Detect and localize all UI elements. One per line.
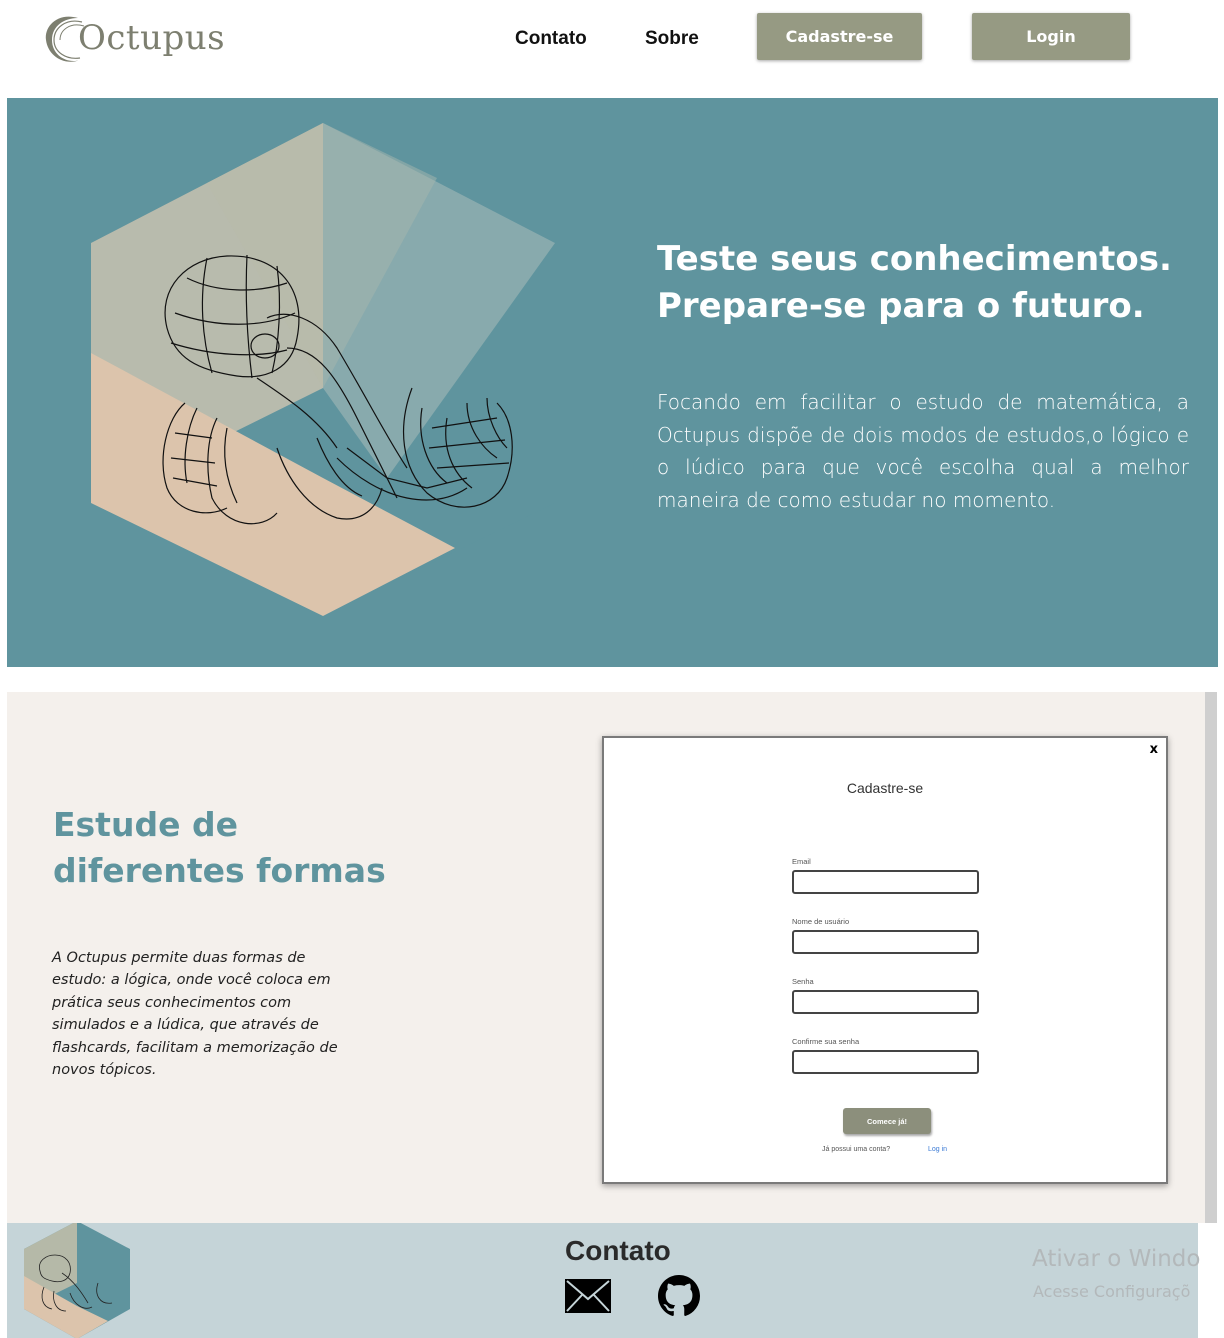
email-label: Email bbox=[792, 857, 811, 866]
footer-octopus-logo bbox=[24, 1223, 130, 1338]
hero-title-line2: Prepare-se para o futuro. bbox=[657, 286, 1145, 326]
signup-modal: x Cadastre-se Email Nome de usuário Senh… bbox=[602, 736, 1168, 1184]
activation-watermark-title: Ativar o Windo bbox=[1032, 1246, 1201, 1272]
hero-section: Teste seus conhecimentos. Prepare-se par… bbox=[7, 98, 1218, 667]
confirm-password-label: Confirme sua senha bbox=[792, 1037, 860, 1046]
nav-link-sobre[interactable]: Sobre bbox=[645, 28, 699, 50]
top-navbar: Octupus Contato Sobre Cadastre-se Login bbox=[0, 0, 1224, 98]
github-icon[interactable] bbox=[658, 1274, 700, 1318]
login-button[interactable]: Login bbox=[972, 13, 1130, 60]
modal-title: Cadastre-se bbox=[846, 780, 924, 796]
scrollbar-track[interactable] bbox=[1205, 692, 1217, 1223]
username-field[interactable] bbox=[792, 930, 979, 954]
study-title-line1: Estude de bbox=[53, 805, 238, 844]
close-icon[interactable]: x bbox=[1150, 742, 1158, 757]
hero-title-line1: Teste seus conhecimentos. bbox=[657, 239, 1172, 279]
study-title-line2: diferentes formas bbox=[53, 851, 386, 890]
mail-icon[interactable] bbox=[564, 1278, 612, 1314]
login-question: Já possui uma conta? bbox=[822, 1146, 891, 1153]
login-link[interactable]: Log in bbox=[928, 1146, 947, 1153]
hero-description: Focando em facilitar o estudo de matemát… bbox=[657, 390, 1189, 512]
confirm-password-field[interactable] bbox=[792, 1050, 979, 1074]
email-field[interactable] bbox=[792, 870, 979, 894]
footer: Contato bbox=[7, 1223, 1198, 1338]
signup-button[interactable]: Cadastre-se bbox=[757, 13, 922, 60]
password-field[interactable] bbox=[792, 990, 979, 1014]
username-label: Nome de usuário bbox=[792, 917, 850, 926]
start-now-button[interactable]: Comece já! bbox=[843, 1108, 931, 1134]
nav-link-contato[interactable]: Contato bbox=[515, 28, 587, 50]
password-label: Senha bbox=[792, 977, 814, 986]
hero-title: Teste seus conhecimentos. Prepare-se par… bbox=[657, 236, 1197, 330]
logo-text: Octupus bbox=[78, 18, 226, 58]
octopus-hexagon-illustration bbox=[91, 123, 555, 616]
logo[interactable]: Octupus bbox=[38, 8, 225, 68]
study-description: A Octupus permite duas formas de estudo:… bbox=[52, 950, 338, 1079]
study-title: Estude de diferentes formas bbox=[53, 802, 386, 894]
activation-watermark-subtitle: Acesse Configuraçõ bbox=[1033, 1282, 1191, 1301]
footer-contact-title: Contato bbox=[565, 1235, 671, 1266]
